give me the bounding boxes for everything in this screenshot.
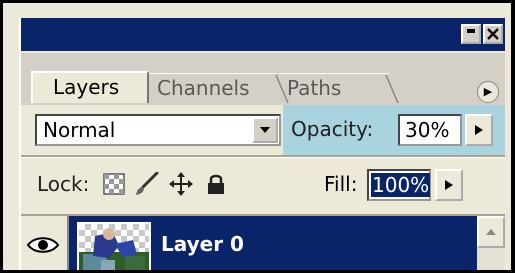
arrow-right-icon xyxy=(445,180,453,190)
layer-list: Layer 0 xyxy=(21,216,505,270)
arrow-right-icon xyxy=(475,125,483,135)
close-button[interactable] xyxy=(483,24,503,44)
layer-thumbnail xyxy=(77,222,151,270)
chevron-down-icon xyxy=(260,127,270,133)
layer-visibility-toggle[interactable] xyxy=(21,216,69,270)
tab-row: Layers Channels Paths ▶ xyxy=(21,53,505,105)
lock-position-icon[interactable] xyxy=(169,172,193,196)
panel-body: Layers Channels Paths ▶ Normal Opacity: … xyxy=(19,18,505,270)
opacity-slider-button[interactable] xyxy=(465,114,493,146)
scroll-up-button[interactable] xyxy=(477,216,505,248)
panel-menu-button[interactable]: ▶ xyxy=(477,81,499,103)
opacity-label: Opacity: xyxy=(291,117,374,141)
eye-icon xyxy=(27,237,59,253)
blend-mode-value: Normal xyxy=(43,118,116,142)
fill-input[interactable]: 100% xyxy=(367,169,431,201)
tab-layers[interactable]: Layers xyxy=(31,71,149,103)
blend-opacity-row: Normal Opacity: 30% xyxy=(21,105,505,155)
close-icon xyxy=(487,28,499,40)
layer-scrollbar[interactable] xyxy=(477,216,505,270)
fill-value: 100% xyxy=(371,173,431,197)
title-bar[interactable] xyxy=(21,18,505,53)
tab-paths[interactable]: Paths xyxy=(279,73,389,101)
opacity-input[interactable]: 30% xyxy=(398,114,462,146)
lock-label: Lock: xyxy=(37,172,90,196)
lock-image-pixels-icon[interactable] xyxy=(133,172,159,196)
fill-slider-button[interactable] xyxy=(435,169,463,201)
lock-all-icon[interactable] xyxy=(205,172,227,196)
tab-channels[interactable]: Channels xyxy=(149,73,277,101)
menu-arrow-icon: ▶ xyxy=(483,85,493,98)
fill-label: Fill: xyxy=(324,172,358,196)
blend-mode-select[interactable]: Normal xyxy=(35,114,281,146)
lock-fill-row: Lock: Fill: 100% xyxy=(21,158,505,214)
layer-thumbnail-image xyxy=(79,228,149,270)
layer-name: Layer 0 xyxy=(161,232,244,256)
opacity-control: Opacity: 30% xyxy=(283,105,505,155)
minimize-button[interactable] xyxy=(461,24,481,44)
chevron-up-icon xyxy=(486,229,496,235)
tab-separator xyxy=(385,75,399,103)
blend-mode-dropdown-button[interactable] xyxy=(252,117,278,143)
lock-transparent-pixels-icon[interactable] xyxy=(103,172,125,196)
layer-row[interactable]: Layer 0 xyxy=(21,216,477,270)
layers-panel-window: Layers Channels Paths ▶ Normal Opacity: … xyxy=(0,0,515,273)
